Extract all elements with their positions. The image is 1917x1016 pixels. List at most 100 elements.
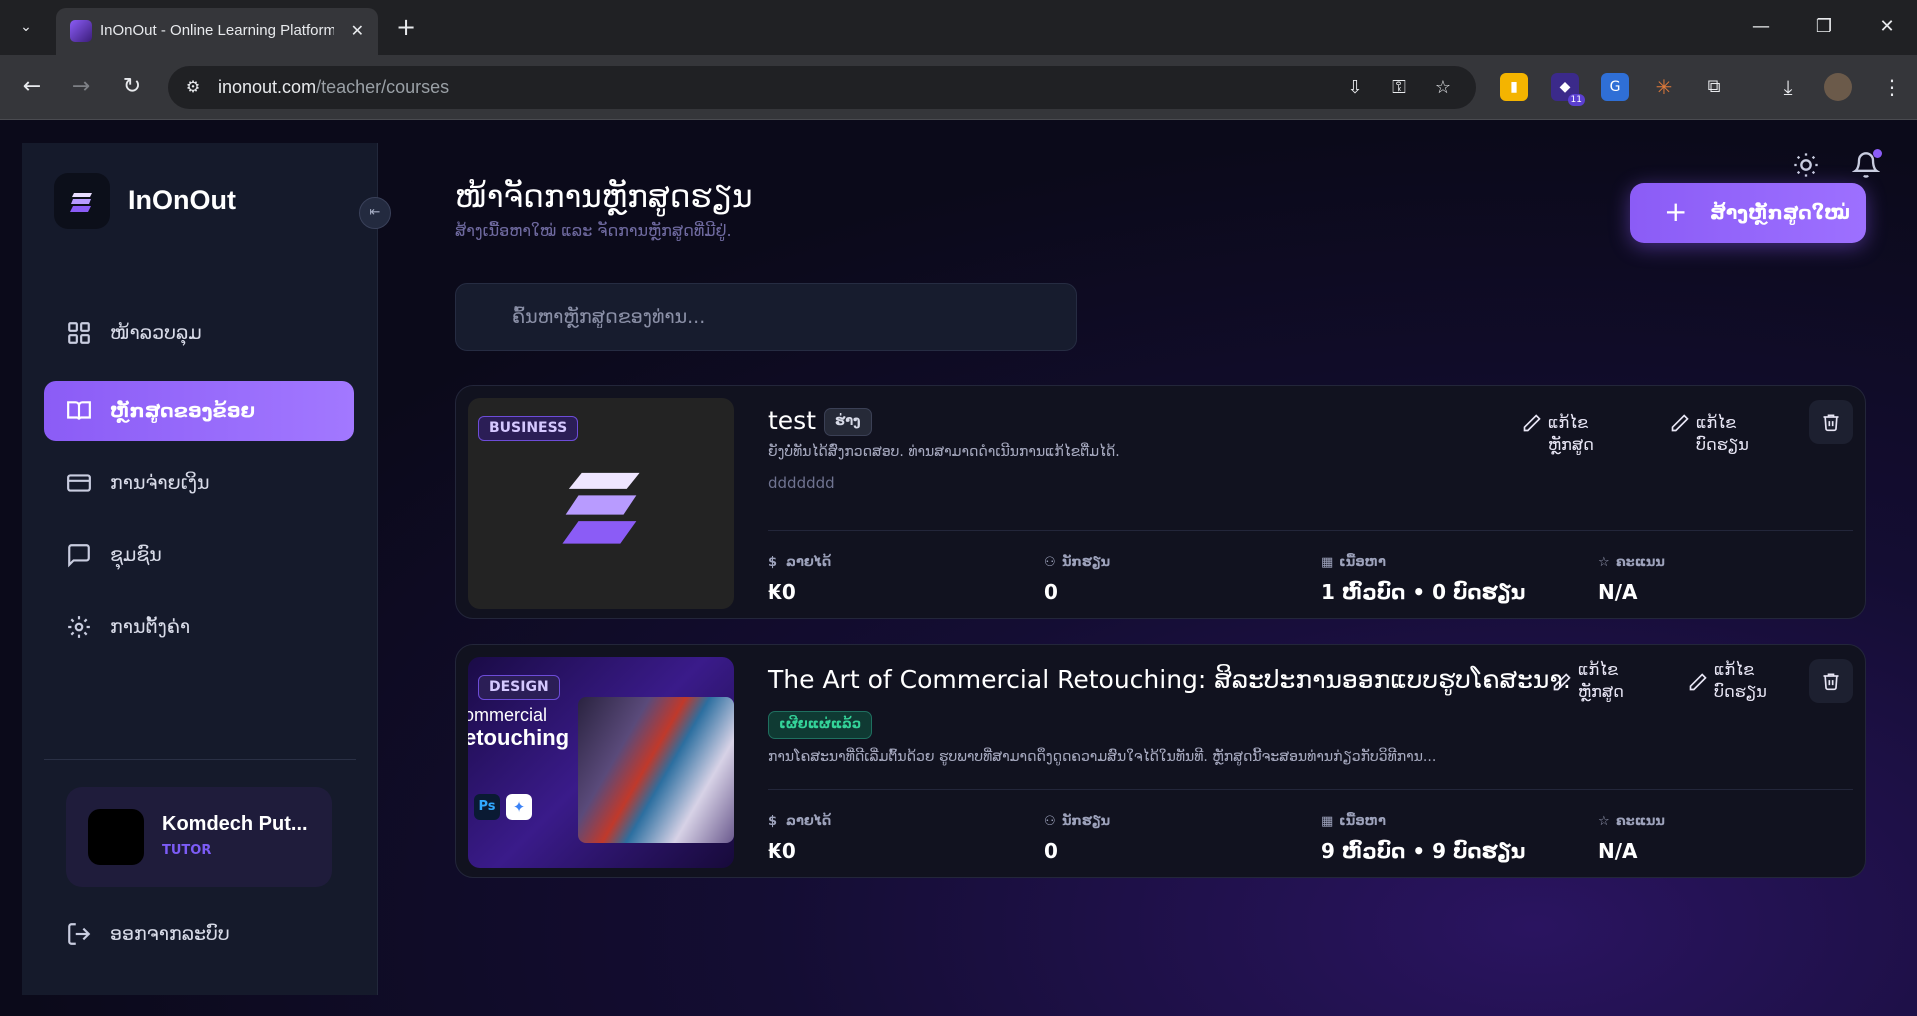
- course-card[interactable]: BUSINESS test ຮ່າງ ຍັງບໍ່ທັນໄດ້ສົ່ງກວດສອ…: [455, 385, 1866, 619]
- search-input[interactable]: [456, 284, 1076, 350]
- browser-tab[interactable]: InOnOut - Online Learning Platform ✕: [56, 8, 378, 55]
- browser-menu-icon[interactable]: ⋮: [1878, 73, 1906, 101]
- tab-title: InOnOut - Online Learning Platform: [100, 22, 334, 39]
- restore-icon[interactable]: ❐: [1804, 12, 1844, 42]
- stat-label: ເນື້ອຫາ: [1339, 814, 1386, 829]
- logout-button[interactable]: ອອກຈາກລະບົບ: [66, 913, 326, 953]
- photoshop-icon: Ps: [474, 794, 500, 820]
- star-icon: ☆: [1598, 814, 1610, 829]
- address-bar[interactable]: ⚙ inonout.com/teacher/courses ⇩ ⚿ ☆: [168, 66, 1476, 109]
- profile-avatar[interactable]: [1824, 73, 1852, 101]
- star-icon: ☆: [1598, 555, 1610, 570]
- stat-label: ນັກຮຽນ: [1062, 555, 1111, 570]
- notification-dot: [1873, 149, 1882, 158]
- extension-icon[interactable]: ◆ 11: [1551, 73, 1585, 106]
- status-badge: ເຜີຍແຜ່ແລ້ວ: [768, 711, 873, 739]
- dollar-icon: $: [768, 814, 778, 829]
- sidebar-item-payments[interactable]: ການຈ່າຍເງິນ: [44, 453, 354, 513]
- reload-icon[interactable]: ↻: [115, 70, 149, 104]
- stat-value: ₭0: [768, 839, 796, 863]
- sun-theme-icon[interactable]: [1792, 151, 1820, 179]
- stat-label: ລາຍໄດ້: [786, 814, 832, 829]
- password-key-icon[interactable]: ⚿: [1386, 75, 1412, 101]
- sidebar-item-settings[interactable]: ການຕັ້ງຄ່າ: [44, 597, 354, 657]
- tab-search-chevron-icon[interactable]: ⌄: [14, 15, 38, 39]
- site-info-icon[interactable]: ⚙: [182, 76, 204, 98]
- extensions-puzzle-icon[interactable]: ⧉: [1700, 73, 1728, 101]
- course-thumbnail[interactable]: ommercial etouching Ps ✦ DESIGN: [468, 657, 734, 868]
- delete-course-button[interactable]: [1809, 400, 1853, 444]
- course-title[interactable]: The Art of Commercial Retouching: ສິລະປະ…: [768, 665, 1571, 694]
- stat-revenue: $ ລາຍໄດ້ ₭0: [768, 813, 1038, 863]
- sidebar-item-my-courses[interactable]: ຫຼັກສູດຂອງຂ້ອຍ: [44, 381, 354, 441]
- users-icon: ⚇: [1044, 814, 1056, 829]
- thumbnail-image: [578, 697, 734, 843]
- plus-icon: +: [1664, 195, 1688, 228]
- dollar-icon: $: [768, 555, 778, 570]
- sidebar-item-label: ການຕັ້ງຄ່າ: [110, 616, 191, 638]
- stat-value: ₭0: [768, 580, 796, 604]
- edit-lesson-label: ແກ້ໄຂບົດຮຽນ: [1696, 413, 1749, 454]
- logo[interactable]: [54, 173, 110, 229]
- sidebar-item-community[interactable]: ຊຸມຊົນ: [44, 525, 354, 585]
- new-tab-icon[interactable]: +: [392, 14, 420, 42]
- layers-logo-icon: [70, 193, 92, 212]
- category-badge: DESIGN: [478, 675, 560, 700]
- course-thumbnail[interactable]: BUSINESS: [468, 398, 734, 609]
- stat-value: 0: [1044, 580, 1058, 604]
- page-title: ໜ້າຈັດການຫຼັກສູດຮຽນ: [455, 179, 753, 215]
- page-subtitle: ສ້າງເນື້ອຫາໃໝ່ ແລະ ຈັດການຫຼັກສູດທີ່ມີຢູ່…: [455, 221, 732, 240]
- translate-extension-icon[interactable]: G: [1601, 73, 1629, 101]
- stat-students: ⚇ ນັກຮຽນ 0: [1044, 554, 1314, 604]
- create-course-button[interactable]: + ສ້າງຫຼັກສູດໃໝ່: [1630, 183, 1866, 243]
- book-icon: [67, 401, 91, 420]
- close-window-icon[interactable]: ✕: [1867, 12, 1907, 42]
- stat-rating: ☆ ຄະແນນ N/A: [1598, 554, 1868, 604]
- back-icon[interactable]: ←: [15, 70, 49, 104]
- status-badge: ຮ່າງ: [824, 408, 872, 436]
- user-name: Komdech Put...: [162, 813, 308, 835]
- avatar: [88, 809, 144, 865]
- url-text[interactable]: inonout.com/teacher/courses: [218, 76, 449, 98]
- brand-name: InOnOut: [128, 185, 236, 215]
- install-app-icon[interactable]: ⇩: [1342, 75, 1368, 101]
- keep-extension-icon[interactable]: ▮: [1500, 73, 1528, 101]
- sparkle-icon: ✦: [506, 794, 532, 820]
- grid-icon: ▦: [1321, 555, 1334, 570]
- close-tab-icon[interactable]: ✕: [351, 19, 364, 43]
- create-course-label: ສ້າງຫຼັກສູດໃໝ່: [1710, 202, 1851, 224]
- thumbnail-text: etouching: [468, 725, 570, 750]
- user-card[interactable]: Komdech Put... TUTOR: [66, 787, 332, 887]
- category-badge: BUSINESS: [478, 416, 579, 441]
- stat-revenue: $ ລາຍໄດ້ ₭0: [768, 554, 1038, 604]
- forward-icon[interactable]: →: [64, 70, 98, 104]
- gear-icon: [68, 616, 90, 638]
- users-icon: ⚇: [1044, 555, 1056, 570]
- course-title[interactable]: test: [768, 406, 816, 435]
- collapse-sidebar-icon[interactable]: ⇤: [359, 197, 391, 229]
- pencil-icon: [1689, 673, 1707, 691]
- card-divider: [768, 530, 1853, 531]
- thumbnail-text: ommercial: [468, 705, 548, 725]
- trash-icon: [1823, 414, 1839, 432]
- delete-course-button[interactable]: [1809, 659, 1853, 703]
- stat-label: ຄະແນນ: [1616, 814, 1665, 829]
- sidebar-item-label: ການຈ່າຍເງິນ: [110, 472, 210, 494]
- stat-value: 0: [1044, 839, 1058, 863]
- claude-extension-icon[interactable]: ✳: [1650, 73, 1678, 101]
- minimize-icon[interactable]: —: [1741, 12, 1781, 42]
- stat-label: ຄະແນນ: [1616, 555, 1665, 570]
- stat-value: N/A: [1598, 580, 1638, 604]
- layers-logo-icon: [562, 472, 640, 544]
- bookmark-star-icon[interactable]: ☆: [1430, 75, 1456, 101]
- edit-lesson-label: ແກ້ໄຂ ບົດຮຽນ: [1714, 660, 1767, 701]
- chat-icon: [68, 544, 90, 568]
- pencil-icon: [1523, 414, 1541, 432]
- downloads-icon[interactable]: ⤓: [1774, 73, 1802, 101]
- logout-label: ອອກຈາກລະບົບ: [110, 923, 230, 945]
- sidebar-item-overview[interactable]: ໜ້າລວບລຸມ: [44, 303, 354, 363]
- sidebar-divider: [44, 759, 356, 760]
- course-card[interactable]: ommercial etouching Ps ✦ DESIGN The Art …: [455, 644, 1866, 878]
- stat-value: N/A: [1598, 839, 1638, 863]
- search-box: [455, 283, 1077, 351]
